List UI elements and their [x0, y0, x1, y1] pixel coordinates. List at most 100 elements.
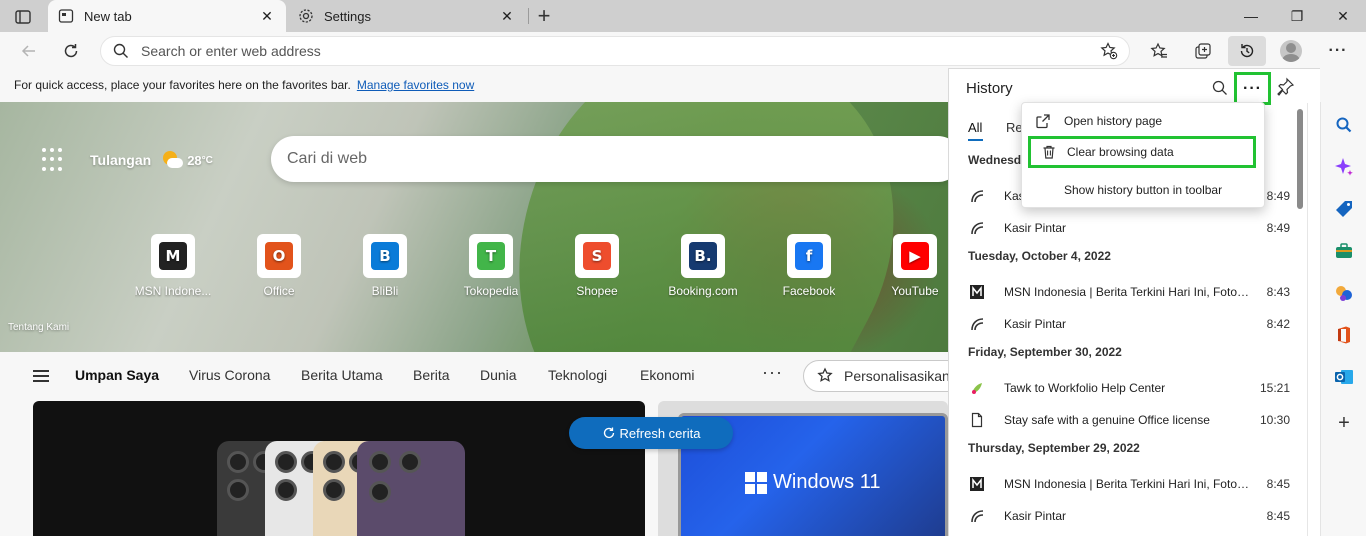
add-sidebar-app-icon[interactable]: +: [1333, 412, 1355, 434]
tab-strip: New tab ✕ Settings ✕ + — ❐ ✕: [0, 0, 1366, 32]
menu-icon[interactable]: [33, 370, 49, 382]
history-item[interactable]: Kasir Pintar 8:42: [968, 313, 1290, 335]
tab-actions-button[interactable]: [8, 6, 38, 28]
collections-button[interactable]: [1188, 36, 1218, 66]
history-date-header: Thursday, September 29, 2022: [968, 441, 1140, 455]
history-item[interactable]: MSN Indonesia | Berita Terkini Hari Ini,…: [968, 281, 1290, 303]
history-item[interactable]: Kasir Pintar 8:45: [968, 505, 1290, 527]
feed-tab-umpan-saya[interactable]: Umpan Saya: [75, 367, 159, 383]
add-favorite-button[interactable]: [1089, 42, 1129, 60]
quick-link-label: YouTube: [891, 284, 939, 298]
msn-icon: [968, 475, 986, 493]
tab-title: New tab: [84, 8, 132, 24]
refresh-button[interactable]: [56, 36, 86, 66]
history-date-header: Wednesda: [968, 153, 1028, 167]
pin-icon[interactable]: [1275, 77, 1297, 99]
quick-link-tile[interactable]: B. Booking.com: [650, 234, 756, 298]
quick-link-label: Booking.com: [668, 284, 738, 298]
restore-button[interactable]: ❐: [1274, 0, 1320, 32]
feed-tab-teknologi[interactable]: Teknologi: [548, 367, 607, 383]
quick-link-tile[interactable]: B BliBli: [332, 234, 438, 298]
history-item[interactable]: MSN Indonesia | Berita Terkini Hari Ini,…: [968, 473, 1290, 495]
feed-tab-berita[interactable]: Berita: [413, 367, 450, 383]
outlook-icon[interactable]: [1333, 366, 1355, 388]
windows-logo-icon: [745, 472, 767, 494]
personalize-button[interactable]: Personalisasikan: [803, 360, 963, 392]
quick-link-tile[interactable]: M MSN Indone...: [120, 234, 226, 298]
history-item[interactable]: Tawk to Workfolio Help Center 15:21: [968, 377, 1290, 399]
tab-title: Settings: [324, 8, 371, 24]
web-search-input[interactable]: [287, 150, 887, 168]
facebook-icon: f: [787, 234, 831, 278]
refresh-icon: [64, 44, 78, 58]
new-tab-button[interactable]: +: [532, 3, 556, 28]
back-button[interactable]: [14, 36, 44, 66]
feed-navigation: Umpan Saya Virus Corona Berita Utama Ber…: [0, 352, 963, 400]
quick-link-tile[interactable]: S Shopee: [544, 234, 650, 298]
partly-cloudy-icon: [161, 149, 184, 171]
profile-avatar[interactable]: [1280, 40, 1302, 62]
tab-new-tab[interactable]: New tab ✕: [48, 0, 286, 32]
feed-tab-virus-corona[interactable]: Virus Corona: [189, 367, 270, 383]
quick-link-tile[interactable]: ▶ YouTube: [862, 234, 948, 298]
games-icon[interactable]: [1333, 282, 1355, 304]
history-scrollbar[interactable]: [1297, 109, 1303, 209]
office-icon[interactable]: [1333, 324, 1355, 346]
quick-link-label: Shopee: [576, 284, 618, 298]
shopee-icon: S: [575, 234, 619, 278]
search-icon[interactable]: [1333, 114, 1355, 136]
tab-settings[interactable]: Settings ✕: [288, 0, 526, 32]
tab-separator: [528, 8, 529, 24]
feed-tab-berita-utama[interactable]: Berita Utama: [301, 367, 383, 383]
show-history-button-label: Show history button in toolbar: [1064, 183, 1223, 197]
quick-link-tile[interactable]: f Facebook: [756, 234, 862, 298]
close-tab-icon[interactable]: ✕: [258, 7, 276, 25]
tab-actions-icon: [15, 10, 31, 24]
feed-more-button[interactable]: ···: [762, 362, 783, 383]
booking-icon: B.: [681, 234, 725, 278]
quick-link-label: Tokopedia: [463, 284, 519, 298]
history-item-title: MSN Indonesia | Berita Terkini Hari Ini,…: [1004, 477, 1250, 491]
about-link[interactable]: Tentang Kami: [8, 322, 69, 333]
favorites-button[interactable]: [1144, 36, 1174, 66]
history-item[interactable]: Kasir Pintar 8:49: [968, 217, 1290, 239]
quick-link-tile[interactable]: T Tokopedia: [438, 234, 544, 298]
quick-link-label: MSN Indone...: [134, 284, 212, 298]
history-item-time: 8:45: [1266, 477, 1290, 491]
history-item-time: 8:42: [1266, 317, 1290, 331]
web-search-box: [271, 136, 948, 182]
app-launcher-icon[interactable]: [40, 148, 64, 172]
show-history-button-item[interactable]: Show history button in toolbar: [1022, 177, 1266, 203]
settings-more-button[interactable]: ···: [1323, 36, 1353, 66]
open-history-page-item[interactable]: Open history page: [1022, 108, 1266, 134]
tile-glyph: M: [159, 242, 187, 270]
history-button[interactable]: [1228, 36, 1266, 66]
refresh-stories-button[interactable]: Refresh cerita: [569, 417, 733, 449]
copilot-sparkle-icon[interactable]: [1333, 156, 1355, 178]
kasir-icon: [968, 187, 986, 205]
minimize-button[interactable]: —: [1228, 0, 1274, 32]
tile-glyph: ▶: [901, 242, 929, 270]
feed-tab-dunia[interactable]: Dunia: [480, 367, 517, 383]
news-card-phones[interactable]: [33, 401, 645, 536]
search-history-icon[interactable]: [1211, 79, 1231, 99]
new-tab-hero: Tulangan 28°C M MSN Indone... O Office B BliB…: [0, 102, 948, 352]
close-tab-icon[interactable]: ✕: [498, 7, 516, 25]
shopping-tag-icon[interactable]: [1333, 198, 1355, 220]
refresh-icon: [603, 427, 614, 439]
feed-tab-ekonomi[interactable]: Ekonomi: [640, 367, 694, 383]
close-window-button[interactable]: ✕: [1320, 0, 1366, 32]
quick-link-tile[interactable]: O Office: [226, 234, 332, 298]
collections-icon: [1195, 43, 1211, 59]
weather-widget[interactable]: Tulangan 28 °C: [40, 148, 213, 172]
history-tab-all[interactable]: All: [968, 120, 984, 141]
history-more-options-button[interactable]: ···: [1234, 72, 1271, 105]
favorites-bar-hint: For quick access, place your favorites h…: [14, 78, 351, 92]
tools-briefcase-icon[interactable]: [1333, 240, 1355, 262]
address-input[interactable]: [141, 43, 1089, 59]
quick-link-label: Office: [263, 284, 295, 298]
history-item[interactable]: Stay safe with a genuine Office license 1…: [968, 409, 1290, 431]
manage-favorites-link[interactable]: Manage favorites now: [357, 78, 474, 92]
msn-icon: M: [151, 234, 195, 278]
clear-browsing-data-item[interactable]: Clear browsing data: [1028, 136, 1256, 168]
